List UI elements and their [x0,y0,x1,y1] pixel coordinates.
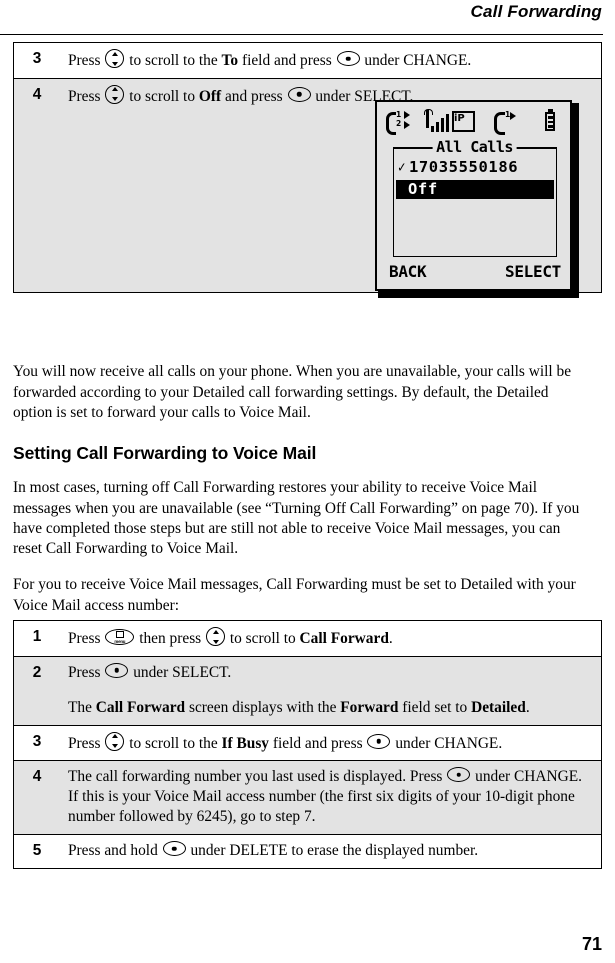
step-number: 5 [13,834,60,869]
nav-key-icon [206,627,226,646]
step-row: 1 Press menu then press to scroll to Call… [13,620,602,657]
phone-list-item-number[interactable]: ✓ 17035550186 [397,158,518,176]
nav-key-icon [105,731,125,751]
nav-key-icon [105,84,125,104]
step-text: Press to scroll to the To field and pres… [60,42,602,79]
phone-list-item-off[interactable]: Off [396,180,554,199]
step-number: 3 [13,724,60,762]
step-row: 3 Press to scroll to the If Busy field an… [13,724,602,762]
step-row: 4 The call forwarding number you last use… [13,760,602,836]
step-number: 3 [13,42,60,79]
phone-list-item-number-label: 17035550186 [408,158,519,176]
ip-label: iP [454,113,465,124]
paragraph-after-table: You will now receive all calls on your p… [13,363,572,421]
active-call-icon: 1 [494,111,520,135]
steps-table-bottom: 1 Press menu then press to scroll to Call… [13,620,602,869]
step-number: 4 [13,760,60,836]
step-text: Press under SELECT. The Call Forward scre… [60,655,602,726]
step-text: Press to scroll to the If Busy field and… [60,724,602,762]
line-indicator-icon: 1 2 [386,110,412,135]
checkmark-icon: ✓ [397,158,406,176]
running-header-title: Call Forwarding [470,2,602,21]
emphasis-text: To [221,52,239,69]
section-heading-voice-mail: Setting Call Forwarding to Voice Mail [13,442,317,463]
nav-key-icon [105,49,125,68]
soft-key-icon [447,767,471,783]
step-row: 3 Press to scroll to the To field and pre… [13,42,602,79]
step-number: 4 [13,77,60,293]
page-header: Call Forwarding [0,0,615,38]
step-text: Press and hold under DELETE to erase the… [60,834,602,869]
step-text: The call forwarding number you last used… [60,760,602,836]
soft-key-icon [336,51,360,66]
paragraph-lead-in: For you to receive Voice Mail messages, … [13,576,576,614]
phone-display-illustration: 1 2 iP 1 All Calls ✓ 17035550186 Off BAC… [375,100,579,298]
phone-softkey-row: BACK SELECT [389,262,561,281]
softkey-select[interactable]: SELECT [505,262,561,281]
line-indicator-line2: 2 [396,119,402,128]
soft-key-icon [162,841,186,857]
emphasis-text: Call Forward [95,698,186,716]
step-row: 5 Press and hold under DELETE to erase th… [13,834,602,869]
emphasis-text: Off [198,87,222,105]
menu-key-glyph [115,631,124,638]
emphasis-text: Call Forward [299,630,389,647]
phone-status-bar: 1 2 iP 1 [377,108,570,135]
soft-key-icon [287,86,311,102]
menu-key-label: menu [114,639,126,644]
paragraph-intro: In most cases, turning off Call Forwardi… [13,479,580,557]
phone-screen: 1 2 iP 1 All Calls ✓ 17035550186 Off BAC… [375,100,572,291]
step-number: 2 [13,655,60,726]
menu-key-icon: menu [105,629,135,645]
step-text: Press menu then press to scroll to Call … [60,620,602,657]
signal-strength-icon: iP [424,109,476,132]
battery-icon [545,109,558,132]
phone-screen-title: All Calls [432,138,517,156]
soft-key-icon [105,662,129,678]
softkey-back[interactable]: BACK [389,262,427,281]
emphasis-text: If Busy [221,734,270,752]
phone-screen-title-row: All Calls [387,138,562,156]
emphasis-text: Forward [340,698,399,716]
emphasis-text: Detailed [471,698,526,716]
header-divider [0,34,603,35]
page-number: 71 [581,934,602,954]
step-row: 2 Press under SELECT. The Call Forward scr… [13,655,602,726]
step-number: 1 [13,620,60,657]
soft-key-icon [367,733,391,749]
line-indicator-line1: 1 [396,110,402,119]
